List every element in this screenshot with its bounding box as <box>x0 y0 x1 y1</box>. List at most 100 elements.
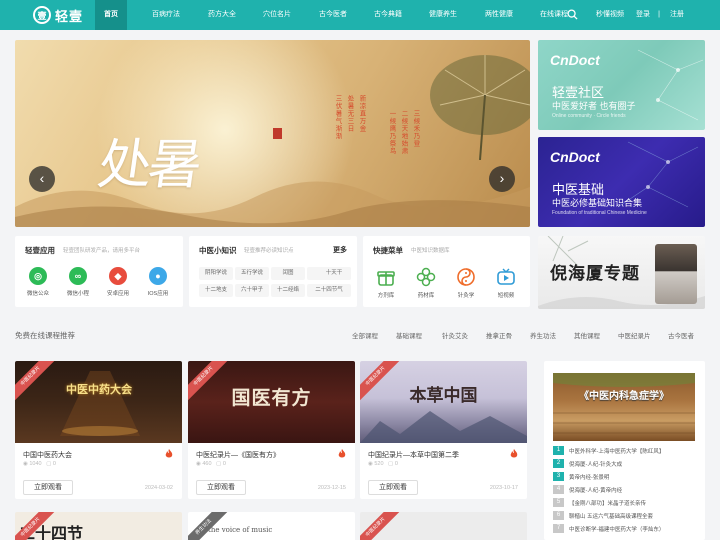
wood-texture-illustration <box>553 373 695 434</box>
knowledge-tag[interactable]: 十二经络 <box>271 284 305 297</box>
watch-now-button[interactable]: 立即观看 <box>196 480 246 495</box>
list-item[interactable]: 6 聊楷山 五运六气基础高级课程全套 <box>553 511 703 523</box>
course-thumbnail: 本草中国 中医纪录片 <box>360 361 527 443</box>
filter-qigong[interactable]: 养生功法 <box>530 330 556 340</box>
course-date: 2024-03-02 <box>144 485 173 491</box>
nav-divider: | <box>658 11 660 18</box>
clover-icon <box>416 267 436 287</box>
featured-course-image[interactable]: 《中医内科急症学》 <box>553 373 695 441</box>
menu-label: 药材库 <box>417 293 435 299</box>
watch-now-button[interactable]: 立即观看 <box>23 480 73 495</box>
list-item-title: 聊楷山 五运六气基础高级课程全套 <box>569 513 654 520</box>
menu-acupuncture[interactable]: 针灸学 <box>449 267 483 299</box>
nav-item-prescriptions[interactable]: 药方大全 <box>204 0 240 30</box>
nav-item-therapies[interactable]: 百病疗法 <box>148 0 184 30</box>
knowledge-tag[interactable]: 六十甲子 <box>235 284 269 297</box>
list-item[interactable]: 7 中医诊断学-福建中医药大学（李灿东） <box>553 524 703 536</box>
quick-menu-card: 快捷菜单 中医知识数据库 方剂库 药材库 针灸学 短视频 <box>363 236 530 307</box>
apps-card-desc: 轻壹团队研发产品，请用多平台 <box>63 248 141 254</box>
comment-count: 0 <box>394 461 398 467</box>
list-item[interactable]: 3 黄帝内经-张景明 <box>553 472 703 484</box>
view-count: 520 <box>374 461 384 467</box>
course-card[interactable]: 中医中药大会 中医纪录片 中国中医药大会 ◉ 1040 ▢ 0 立即观看 202… <box>15 361 182 499</box>
thumb-text: 中医中药大会 <box>66 384 132 396</box>
site-logo[interactable]: 壹 轻壹 <box>33 5 95 25</box>
menu-short-videos[interactable]: 短视频 <box>489 267 523 299</box>
knowledge-tag[interactable]: 十天干 <box>317 267 351 280</box>
nav-item-home[interactable]: 首页 <box>95 0 127 30</box>
register-link[interactable]: 注册 <box>667 0 687 30</box>
list-item[interactable]: 4 倪海厦-人纪-黄帝内经 <box>553 485 703 497</box>
nav-item-acupoints[interactable]: 穴位名片 <box>259 0 295 30</box>
app-android[interactable]: ◆ 安卓应用 <box>101 267 135 297</box>
filter-all[interactable]: 全部课程 <box>352 330 378 340</box>
nav-item-classics[interactable]: 古今典籍 <box>370 0 406 30</box>
app-ios[interactable]: ● IOS应用 <box>141 267 175 297</box>
filter-massage[interactable]: 推拿正骨 <box>486 330 512 340</box>
nav-item-doctors[interactable]: 古今医者 <box>315 0 351 30</box>
community-english: Online community · Circle friends <box>552 113 626 119</box>
course-date: 2023-12-15 <box>317 485 346 491</box>
filter-basic[interactable]: 基础课程 <box>396 330 422 340</box>
watch-now-button[interactable]: 立即观看 <box>368 480 418 495</box>
rank-badge: 6 <box>553 511 564 521</box>
app-wechat-miniprogram[interactable]: ∞ 微信小程 <box>61 267 95 297</box>
nav-item-health[interactable]: 健康养生 <box>425 0 461 30</box>
course-title: 中国纪录片—本草中国第二季 <box>368 452 459 459</box>
knowledge-tag[interactable]: 二十四节气 <box>307 284 351 297</box>
course-date: 2023-10-17 <box>489 485 518 491</box>
nav-item-videos[interactable]: 秒懂视频 <box>592 0 628 30</box>
carousel-next-button[interactable]: › <box>489 166 515 192</box>
course-title: 中医纪录片—《国医有方》 <box>196 452 280 459</box>
hero-poem-5: 二候天地始肃 <box>400 110 407 155</box>
knowledge-tag[interactable]: 阴阳学说 <box>199 267 233 280</box>
knowledge-tag[interactable]: 五行学说 <box>235 267 269 280</box>
comment-icon: ▢ <box>46 461 52 467</box>
courses-section-title: 免费在线课程推荐 <box>15 331 75 340</box>
eye-icon: ◉ <box>368 461 373 467</box>
quick-menu-desc: 中医知识数据库 <box>411 248 450 254</box>
list-item[interactable]: 1 中医外科学-上海中医药大学【陈红风】 <box>553 446 703 458</box>
course-thumbnail: 国医有方 中医纪录片 <box>188 361 355 443</box>
apps-card: 轻壹应用 轻壹团队研发产品，请用多平台 ◎ 微信公众 ∞ 微信小程 ◆ 安卓应用… <box>15 236 183 307</box>
filter-documentary[interactable]: 中医纪录片 <box>618 330 651 340</box>
menu-herbs[interactable]: 药材库 <box>409 267 443 299</box>
course-card-partial[interactable]: 二十四节 中医纪录片 <box>15 512 182 540</box>
community-banner[interactable]: CnDoct 轻壹社区 中医爱好者 也有圈子 Online community … <box>538 40 705 130</box>
filter-acupuncture[interactable]: 针灸艾灸 <box>442 330 468 340</box>
course-stats: ◉ 460 ▢ 0 <box>196 461 226 467</box>
logo-text: 轻壹 <box>55 8 84 24</box>
rank-badge: 7 <box>553 524 564 534</box>
filter-doctors[interactable]: 古今医者 <box>668 330 694 340</box>
filter-other[interactable]: 其他课程 <box>574 330 600 340</box>
rank-badge: 4 <box>553 485 564 495</box>
tcm-basics-english: Foundation of traditional Chinese Medici… <box>552 210 647 216</box>
hero-poem-6: 三候禾乃登 <box>412 110 419 148</box>
community-brand: CnDoct <box>550 52 600 68</box>
tcm-basics-banner[interactable]: CnDoct 中医基础 中医必修基础知识合集 Foundation of tra… <box>538 137 705 227</box>
list-item[interactable]: 2 倪海厦-人纪-针灸大成 <box>553 459 703 471</box>
course-card-partial[interactable]: 中医纪录片 <box>360 512 527 540</box>
knowledge-more-link[interactable]: 更多 <box>333 245 347 255</box>
course-title: 中国中医药大会 <box>23 452 72 459</box>
login-link[interactable]: 登录 <box>633 0 653 30</box>
menu-label: 短视频 <box>497 293 515 299</box>
carousel-prev-button[interactable]: ‹ <box>29 166 55 192</box>
search-icon[interactable] <box>567 9 578 20</box>
nav-item-sexual-health[interactable]: 两性健康 <box>481 0 517 30</box>
course-card[interactable]: 本草中国 中医纪录片 中国纪录片—本草中国第二季 ◉ 520 ▢ 0 立即观看 … <box>360 361 527 499</box>
knowledge-tag[interactable]: 闰图 <box>271 267 305 280</box>
app-wechat-official[interactable]: ◎ 微信公众 <box>21 267 55 297</box>
app-label: 微信小程 <box>66 291 89 297</box>
course-card-partial[interactable]: the voice of music 养生功法 <box>188 512 355 540</box>
apps-card-title: 轻壹应用 <box>25 246 55 255</box>
knowledge-tag[interactable]: 十二地支 <box>199 284 233 297</box>
hero-poem-3: 新凉直万金 <box>358 95 365 133</box>
ni-haixia-promo-banner[interactable]: 倪海厦专题 <box>538 236 705 309</box>
hero-carousel[interactable]: 处暑 三伏暑气渐渐 处暑无三日 新凉直万金 一候鹰乃祭鸟 二候天地始肃 三候禾乃… <box>15 40 530 227</box>
menu-prescriptions[interactable]: 方剂库 <box>369 267 403 299</box>
list-item[interactable]: 5 【金刚八部功】米晶子道长亲传 <box>553 498 703 510</box>
course-card[interactable]: 国医有方 中医纪录片 中医纪录片—《国医有方》 ◉ 460 ▢ 0 立即观看 2… <box>188 361 355 499</box>
comment-icon: ▢ <box>388 461 394 467</box>
knowledge-card-desc: 轻壹推荐必读知识点 <box>244 248 294 254</box>
